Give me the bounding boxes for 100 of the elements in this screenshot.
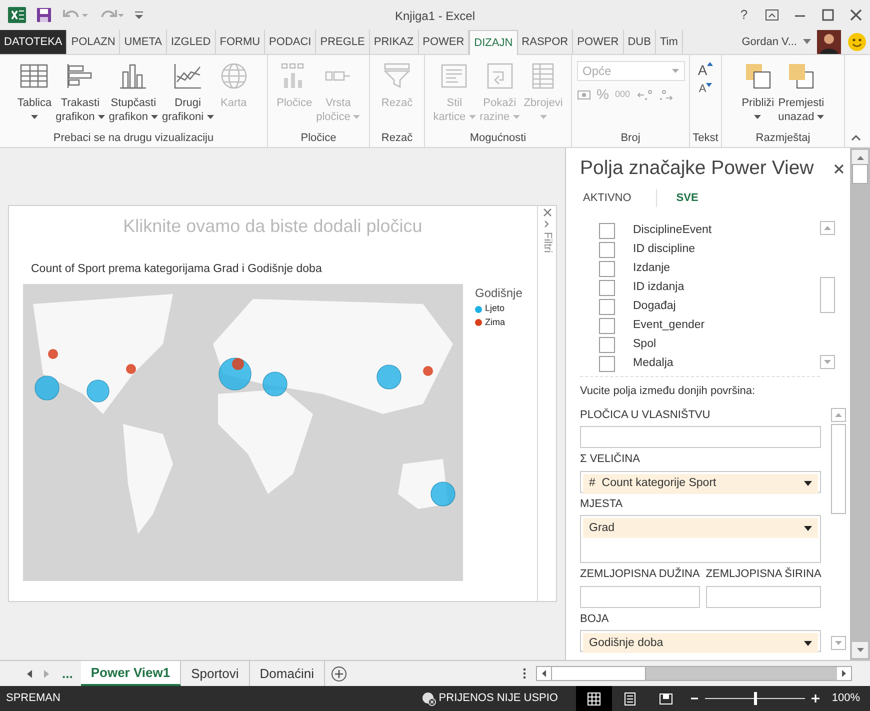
ribbon-button[interactable]: Približi xyxy=(740,58,776,130)
field-label[interactable]: Medalja xyxy=(633,355,674,372)
ribbon-tab[interactable]: RASPOR xyxy=(518,30,574,54)
ribbon-tab[interactable]: UMETA xyxy=(120,30,167,54)
scroll-down-button[interactable] xyxy=(831,636,846,650)
ribbon-tab[interactable]: PODACI xyxy=(265,30,316,54)
customize-icon[interactable] xyxy=(134,10,144,20)
checkbox[interactable] xyxy=(599,336,615,353)
zoom-in-icon[interactable] xyxy=(811,694,820,703)
add-sheet-icon[interactable] xyxy=(330,666,347,682)
caret-icon[interactable] xyxy=(151,115,158,120)
grow-font-button[interactable]: A xyxy=(696,61,714,80)
group-label: Prebaci se na drugu vizualizaciju xyxy=(52,131,215,146)
dropdown-arrow-icon[interactable] xyxy=(804,640,812,646)
ribbon-tab[interactable]: PRIKAZ xyxy=(370,30,419,54)
ribbon-button[interactable]: Trakasti grafikon xyxy=(54,58,107,130)
shrink-font-button[interactable]: A xyxy=(698,82,714,96)
scroll-thumb[interactable] xyxy=(852,164,868,184)
checkbox[interactable] xyxy=(599,318,615,334)
pane-tab[interactable]: AKTIVNO xyxy=(580,190,634,206)
filters-tab[interactable]: Filtri xyxy=(538,232,556,253)
field-label[interactable]: ID izdanja xyxy=(633,279,684,296)
sheet-tab[interactable]: Power View1 xyxy=(80,661,182,686)
save-icon[interactable] xyxy=(36,7,52,23)
checkbox[interactable] xyxy=(599,260,615,277)
collapse-ribbon-icon[interactable] xyxy=(851,134,861,141)
ribbon-tab[interactable]: POLAZN xyxy=(67,30,120,54)
left-arrow-icon[interactable] xyxy=(542,670,546,677)
sigma-symbol: Σ xyxy=(580,452,587,468)
field-label[interactable]: Izdanje xyxy=(633,260,670,278)
scroll-down-button[interactable] xyxy=(820,355,834,370)
checkbox[interactable] xyxy=(599,356,615,372)
field-label[interactable]: Spol xyxy=(633,336,656,354)
ribbon-button[interactable]: Tablica xyxy=(15,58,54,130)
more-sheets-button[interactable]: ... xyxy=(62,664,73,684)
scroll-down-button[interactable] xyxy=(852,642,868,658)
dropdown-arrow-icon[interactable] xyxy=(804,526,812,531)
ribbon-tab[interactable]: DIZAJN xyxy=(469,30,518,55)
splitter-icon[interactable] xyxy=(523,668,526,679)
checkbox[interactable] xyxy=(599,280,615,296)
scroll-thumb[interactable] xyxy=(831,424,846,514)
chart-title: Count of Sport prema kategorijama Grad i Godišnje doba xyxy=(31,262,323,277)
grid-icon xyxy=(587,692,601,706)
up-arrow-icon xyxy=(835,412,842,417)
upload-status[interactable]: PRIJENOS NIJE USPIO xyxy=(438,690,558,707)
field-label[interactable]: ID discipline xyxy=(633,241,695,258)
zoom-level[interactable]: 100% xyxy=(820,690,870,707)
normal-view-button[interactable] xyxy=(576,686,612,711)
ribbon-tab[interactable]: POWER xyxy=(573,30,624,54)
area-label: PLOČICA U VLASNIŠTVU xyxy=(580,407,710,423)
ribbon-button[interactable]: Stupčasti grafikon xyxy=(106,58,160,130)
checkbox[interactable] xyxy=(599,242,615,258)
help-button[interactable]: ? xyxy=(740,5,748,25)
ribbon-button[interactable]: Drugi grafikoni xyxy=(160,58,216,130)
caret-icon[interactable] xyxy=(98,115,105,120)
field-label[interactable]: Event_gender xyxy=(633,317,705,334)
expand-icon[interactable] xyxy=(544,220,550,228)
caret-icon[interactable] xyxy=(754,115,762,120)
area-label: ZEMLJOPISNA DUŽINA xyxy=(580,566,700,582)
down-arrow-icon xyxy=(835,640,842,645)
ribbon-tab[interactable]: DUB xyxy=(624,30,656,54)
field-chip[interactable]: Grad xyxy=(589,520,615,537)
group-label: Mogućnosti xyxy=(468,131,528,146)
checkbox[interactable] xyxy=(599,222,615,239)
area-label: VELIČINA xyxy=(590,451,640,468)
right-arrow-icon[interactable] xyxy=(842,670,846,677)
ribbon-tab[interactable]: FORMU xyxy=(216,30,266,54)
scroll-up-button[interactable] xyxy=(831,408,846,422)
ribbon-button[interactable]: Premjesti unazad xyxy=(776,58,826,130)
close-icon[interactable] xyxy=(850,9,862,21)
down-triangle-icon xyxy=(706,83,712,88)
close-icon[interactable] xyxy=(542,208,552,217)
maximize-icon[interactable] xyxy=(822,9,834,21)
pane-tab[interactable]: SVE xyxy=(673,190,702,206)
ribbon-tab[interactable]: PREGLE xyxy=(316,30,370,54)
file-tab[interactable]: DATOTEKA xyxy=(0,30,68,54)
horizontal-scrollbar[interactable] xyxy=(536,666,852,681)
field-label[interactable]: DisciplineEvent xyxy=(633,222,712,240)
group-label: Broj xyxy=(620,131,642,146)
caret-icon[interactable] xyxy=(30,115,38,120)
ribbon-display-icon[interactable] xyxy=(765,9,779,21)
upload-failed-icon[interactable] xyxy=(422,692,436,706)
dropdown-arrow-icon[interactable] xyxy=(804,481,812,486)
ribbon-tab[interactable]: IZGLED xyxy=(166,30,216,54)
legend-label: Zima xyxy=(485,316,505,329)
excel-logo-icon[interactable] xyxy=(8,6,26,24)
caret-icon[interactable] xyxy=(803,39,811,45)
scroll-thumb[interactable] xyxy=(820,277,834,314)
close-icon[interactable] xyxy=(834,164,844,174)
previous-sheet-icon[interactable] xyxy=(26,670,32,678)
checkbox[interactable] xyxy=(599,298,615,315)
field-label[interactable]: Događaj xyxy=(633,298,676,316)
smiley-icon[interactable] xyxy=(847,32,867,52)
ribbon-tab[interactable]: Tim xyxy=(656,30,683,54)
scroll-up-button[interactable] xyxy=(820,221,834,236)
instruction-text: Vucite polja između donjih površina: xyxy=(580,384,756,400)
caret-icon[interactable] xyxy=(206,115,214,120)
avatar-icon[interactable] xyxy=(817,30,841,54)
account-name[interactable]: Gordan V... xyxy=(742,34,797,50)
caret-icon[interactable] xyxy=(817,115,824,120)
